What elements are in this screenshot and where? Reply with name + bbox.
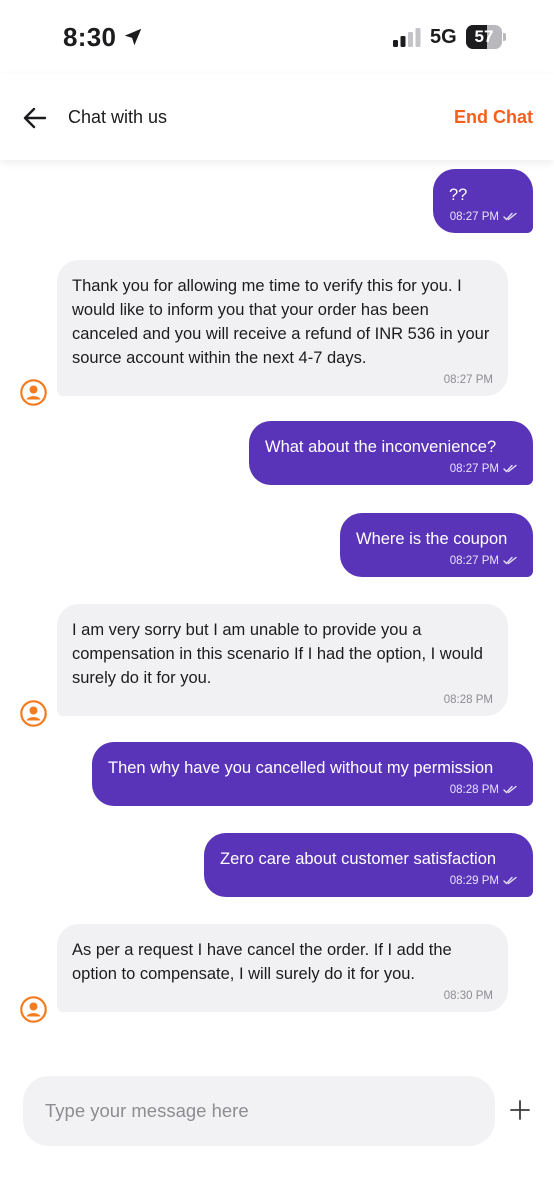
message-meta: 08:27 PM xyxy=(449,211,517,223)
signal-bars-icon xyxy=(393,28,421,47)
status-time: 8:30 xyxy=(63,22,117,52)
message-time: 08:27 PM xyxy=(449,211,499,223)
network-type: 5G xyxy=(430,26,457,48)
end-chat-button[interactable]: End Chat xyxy=(454,107,533,128)
message-composer xyxy=(23,1076,495,1146)
battery-level: 57 xyxy=(474,27,494,46)
double-check-icon xyxy=(503,785,517,794)
message-meta: 08:29 PM xyxy=(220,875,517,887)
message-time: 08:28 PM xyxy=(443,694,493,706)
message-text: ?? xyxy=(449,186,468,204)
arrow-left-icon[interactable] xyxy=(20,103,50,133)
status-bar: 8:30 5G 57 xyxy=(0,0,554,74)
message-text: Zero care about customer satisfaction xyxy=(220,850,497,868)
message-text: What about the inconvenience? xyxy=(265,438,497,456)
battery-icon: 57 xyxy=(466,25,506,49)
message-time: 08:29 PM xyxy=(449,875,499,887)
message-time: 08:28 PM xyxy=(449,784,499,796)
message-text: Then why have you cancelled without my p… xyxy=(108,759,494,777)
page-title: Chat with us xyxy=(68,107,168,127)
message-meta: 08:27 PM xyxy=(356,555,517,567)
agent-avatar-icon xyxy=(20,379,47,406)
double-check-icon xyxy=(503,876,517,885)
incoming-message: I am very sorry but I am unable to provi… xyxy=(57,604,508,716)
outgoing-message: Zero care about customer satisfaction 08… xyxy=(204,833,533,897)
message-meta: 08:28 PM xyxy=(108,784,517,796)
message-time: 08:27 PM xyxy=(449,463,499,475)
message-text: As per a request I have cancel the order… xyxy=(72,941,457,983)
outgoing-message: Where is the coupon 08:27 PM xyxy=(340,513,533,577)
incoming-message: As per a request I have cancel the order… xyxy=(57,924,508,1012)
outgoing-message: What about the inconvenience? 08:27 PM xyxy=(249,421,533,485)
double-check-icon xyxy=(503,556,517,565)
message-time: 08:27 PM xyxy=(443,374,493,386)
message-time: 08:30 PM xyxy=(443,990,493,1002)
plus-icon[interactable] xyxy=(509,1099,531,1121)
message-text: Thank you for allowing me time to verify… xyxy=(72,277,494,367)
outgoing-message: ?? 08:27 PM xyxy=(433,169,533,233)
chat-header: Chat with us End Chat xyxy=(0,74,554,160)
agent-avatar-icon xyxy=(20,996,47,1023)
message-text: I am very sorry but I am unable to provi… xyxy=(72,621,488,687)
double-check-icon xyxy=(503,212,517,221)
message-time: 08:27 PM xyxy=(449,555,499,567)
chat-thread[interactable]: ?? 08:27 PM Thank you for allowing me ti… xyxy=(0,160,554,1060)
message-input[interactable] xyxy=(45,1096,465,1126)
double-check-icon xyxy=(503,464,517,473)
message-meta: 08:27 PM xyxy=(265,463,517,475)
agent-avatar-icon xyxy=(20,700,47,727)
location-arrow-icon xyxy=(124,28,142,46)
message-text: Where is the coupon xyxy=(356,530,508,548)
outgoing-message: Then why have you cancelled without my p… xyxy=(92,742,533,806)
incoming-message: Thank you for allowing me time to verify… xyxy=(57,260,508,396)
